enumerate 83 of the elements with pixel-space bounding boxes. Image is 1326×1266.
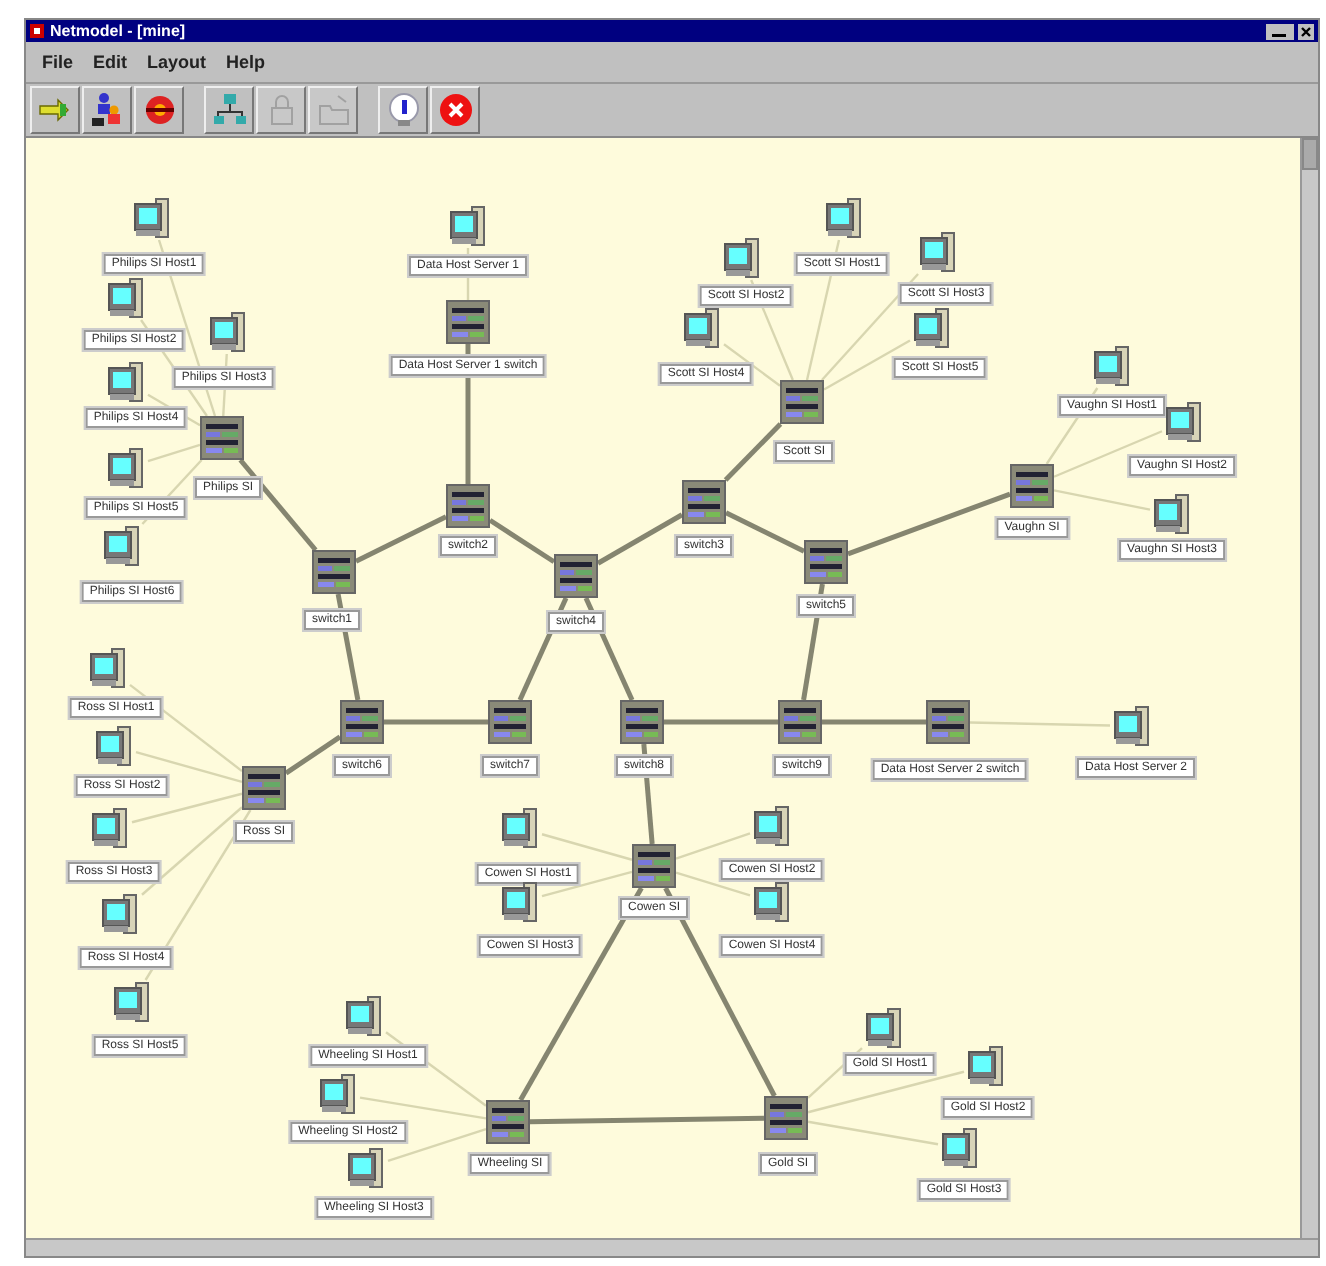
- switch-icon[interactable]: [486, 1100, 530, 1144]
- computer-icon[interactable]: [102, 894, 138, 934]
- toolbar-button[interactable]: [378, 86, 428, 134]
- computer-icon[interactable]: [114, 982, 150, 1022]
- connection-line: [384, 719, 488, 725]
- computer-icon[interactable]: [104, 526, 140, 566]
- connection-line: [238, 458, 318, 552]
- connection-line: [822, 719, 926, 725]
- app-icon: [30, 24, 44, 38]
- computer-icon[interactable]: [96, 726, 132, 766]
- connection-line: [596, 512, 684, 566]
- connection-line: [664, 719, 778, 725]
- computer-icon[interactable]: [1154, 494, 1190, 534]
- computer-icon[interactable]: [450, 206, 486, 246]
- connection-line: [354, 514, 448, 564]
- switch-icon[interactable]: [632, 844, 676, 888]
- switch-icon[interactable]: [554, 554, 598, 598]
- network-icon: [209, 90, 249, 130]
- computer-icon[interactable]: [754, 806, 790, 846]
- computer-icon[interactable]: [210, 312, 246, 352]
- menu-item[interactable]: Help: [226, 52, 266, 72]
- toolbar-button[interactable]: [82, 86, 132, 134]
- computer-icon[interactable]: [320, 1074, 356, 1114]
- computer-icon[interactable]: [90, 648, 126, 688]
- connection-line: [969, 721, 1111, 727]
- info-icon: [383, 90, 423, 130]
- computer-icon[interactable]: [502, 808, 538, 848]
- switch-icon[interactable]: [620, 700, 664, 744]
- computer-icon[interactable]: [920, 232, 956, 272]
- vertical-scrollbar[interactable]: [1300, 138, 1318, 1238]
- toolbar-button[interactable]: [204, 86, 254, 134]
- switch-icon[interactable]: [312, 550, 356, 594]
- connection-line: [807, 1120, 939, 1146]
- connection-line: [724, 510, 806, 554]
- computer-icon[interactable]: [1166, 402, 1202, 442]
- connection-line: [675, 832, 751, 860]
- switch-icon[interactable]: [778, 700, 822, 744]
- computer-icon[interactable]: [348, 1148, 384, 1188]
- computer-icon[interactable]: [684, 308, 720, 348]
- computer-icon[interactable]: [92, 808, 128, 848]
- computer-icon[interactable]: [108, 362, 144, 402]
- toolbar-button[interactable]: [134, 86, 184, 134]
- computer-icon[interactable]: [108, 448, 144, 488]
- computer-icon[interactable]: [942, 1128, 978, 1168]
- connection-line: [541, 833, 633, 861]
- window-title: Netmodel - [mine]: [50, 22, 186, 40]
- switch-icon[interactable]: [780, 380, 824, 424]
- computer-icon[interactable]: [134, 198, 170, 238]
- switch-icon[interactable]: [446, 484, 490, 528]
- switch-icon[interactable]: [446, 300, 490, 344]
- menu-item[interactable]: Layout: [147, 52, 207, 72]
- switch-icon[interactable]: [764, 1096, 808, 1140]
- horizontal-scrollbar[interactable]: [26, 1238, 1318, 1256]
- scroll-thumb[interactable]: [1302, 138, 1318, 170]
- switch-icon[interactable]: [340, 700, 384, 744]
- switch-icon[interactable]: [682, 480, 726, 524]
- connection-line: [488, 518, 556, 564]
- computer-icon[interactable]: [346, 996, 382, 1036]
- connection-line: [284, 734, 342, 776]
- computer-icon[interactable]: [754, 882, 790, 922]
- switch-icon[interactable]: [488, 700, 532, 744]
- connection-line: [723, 422, 783, 482]
- folder-icon: [313, 90, 353, 130]
- computer-icon[interactable]: [968, 1046, 1004, 1086]
- computer-icon[interactable]: [502, 882, 538, 922]
- menu-item[interactable]: File: [42, 52, 74, 72]
- switch-icon[interactable]: [1010, 464, 1054, 508]
- menu-item[interactable]: Edit: [93, 52, 128, 72]
- computer-icon[interactable]: [1114, 706, 1150, 746]
- computer-icon[interactable]: [724, 238, 760, 278]
- computer-icon[interactable]: [914, 308, 950, 348]
- switch-icon[interactable]: [926, 700, 970, 744]
- connection-line: [1053, 489, 1151, 511]
- switch-icon[interactable]: [200, 416, 244, 460]
- close-icon[interactable]: [1298, 23, 1314, 39]
- computer-icon[interactable]: [1094, 346, 1130, 386]
- computer-icon[interactable]: [108, 278, 144, 318]
- computer-icon[interactable]: [826, 198, 862, 238]
- stop-icon: [435, 90, 475, 130]
- minimize-icon[interactable]: [1266, 23, 1294, 39]
- switch-icon[interactable]: [242, 766, 286, 810]
- switch-icon[interactable]: [804, 540, 848, 584]
- computer-icon[interactable]: [866, 1008, 902, 1048]
